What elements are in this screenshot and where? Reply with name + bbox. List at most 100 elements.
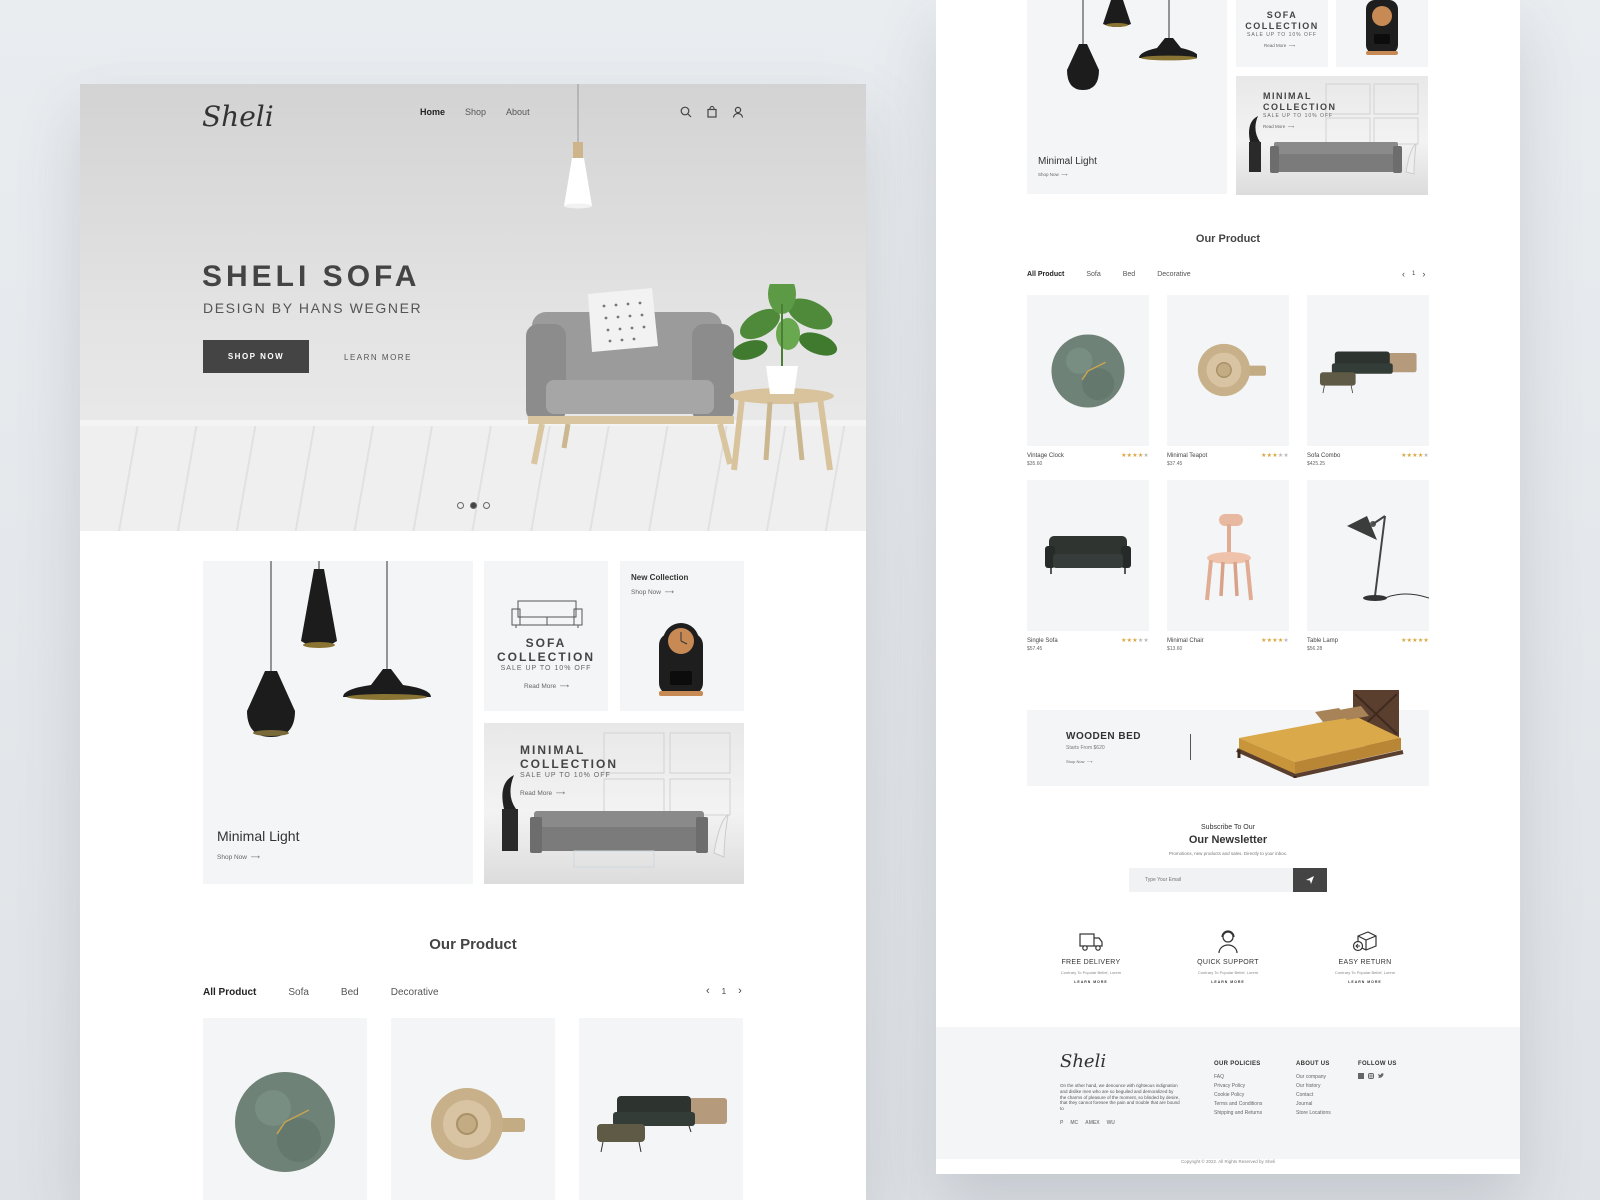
new-collection-link-text: Shop Now bbox=[631, 589, 661, 596]
banner-divider bbox=[1190, 734, 1191, 760]
filter-all-product[interactable]: All Product bbox=[203, 987, 256, 998]
footer-about-title: ABOUT US bbox=[1296, 1061, 1330, 1067]
sofa-read-more-link-right[interactable]: Read More ⟶ bbox=[1264, 43, 1295, 49]
filter-decorative[interactable]: Decorative bbox=[1157, 271, 1190, 278]
newsletter-submit-button[interactable] bbox=[1293, 868, 1327, 892]
nav-about[interactable]: About bbox=[506, 107, 530, 117]
product-card-2[interactable]: Minimal Teapot $37.45 ★★★★★ bbox=[1167, 295, 1289, 471]
footer-link-shipping[interactable]: Shipping and Returns bbox=[1214, 1109, 1262, 1118]
sofa-read-more-text: Read More bbox=[1264, 43, 1287, 48]
footer-link-faq[interactable]: FAQ bbox=[1214, 1073, 1262, 1082]
shopping-bag-icon[interactable] bbox=[706, 106, 718, 118]
wooden-bed-banner[interactable]: WOODEN BED Starts From $620 Shop Now ⟶ bbox=[1027, 690, 1429, 786]
footer-link-contact[interactable]: Contact bbox=[1296, 1091, 1331, 1100]
footer-link-stores[interactable]: Store Locations bbox=[1296, 1109, 1331, 1118]
product-name[interactable]: Minimal Teapot bbox=[1167, 453, 1207, 459]
nav-shop[interactable]: Shop bbox=[465, 107, 486, 117]
feature-learn-more-link[interactable]: LEARN MORE bbox=[1310, 980, 1420, 984]
minimal-collection-card-right[interactable]: MINIMAL COLLECTION SALE UP TO 10% OFF Re… bbox=[1236, 76, 1428, 195]
product-card-5[interactable]: Minimal Chair $13.60 ★★★★★ bbox=[1167, 480, 1289, 656]
desk-clock-image bbox=[659, 623, 703, 696]
chevron-left-icon[interactable]: ‹ bbox=[1402, 269, 1405, 279]
search-icon[interactable] bbox=[680, 106, 692, 118]
filter-bed[interactable]: Bed bbox=[341, 987, 359, 998]
facebook-icon[interactable] bbox=[1358, 1073, 1364, 1079]
sofa-collection-heading: SOFA COLLECTION SALE UP TO 10% OFF bbox=[484, 636, 608, 672]
new-collection-link[interactable]: Shop Now ⟶ bbox=[631, 588, 674, 596]
filter-sofa[interactable]: Sofa bbox=[288, 987, 309, 998]
instagram-icon[interactable] bbox=[1368, 1073, 1374, 1079]
new-collection-card-right[interactable] bbox=[1336, 0, 1428, 67]
sofa-collection-line2: COLLECTION bbox=[497, 650, 595, 665]
nav-home[interactable]: Home bbox=[420, 107, 445, 117]
minimal-collection-heading: MINIMAL COLLECTION SALE UP TO 10% OFF bbox=[520, 743, 618, 779]
footer-logo[interactable]: Sheli bbox=[1060, 1051, 1106, 1072]
footer-link-cookie[interactable]: Cookie Policy bbox=[1214, 1091, 1262, 1100]
pendant-lights-image bbox=[247, 561, 431, 737]
product-card-1[interactable]: Vintage Clock $35.60 ★★★★★ bbox=[1027, 295, 1149, 471]
footer-link-terms[interactable]: Terms and Conditions bbox=[1214, 1100, 1262, 1109]
feature-learn-more-link[interactable]: LEARN MORE bbox=[1036, 980, 1146, 984]
feature-learn-more-link[interactable]: LEARN MORE bbox=[1173, 980, 1283, 984]
new-collection-card[interactable]: New Collection Shop Now ⟶ bbox=[620, 561, 744, 711]
minimal-light-link-right[interactable]: Shop Now ⟶ bbox=[1038, 172, 1068, 178]
wooden-bed-link[interactable]: Shop Now ⟶ bbox=[1066, 759, 1092, 764]
shop-now-button[interactable]: SHOP NOW bbox=[203, 340, 309, 373]
product-card-clock[interactable] bbox=[203, 1018, 367, 1200]
product-card-teapot[interactable] bbox=[391, 1018, 555, 1200]
user-icon[interactable] bbox=[732, 106, 744, 118]
filter-bed[interactable]: Bed bbox=[1123, 271, 1135, 278]
product-name[interactable]: Single Sofa bbox=[1027, 638, 1058, 644]
support-agent-icon bbox=[1218, 930, 1238, 954]
amex-icon: AMEX bbox=[1085, 1120, 1100, 1126]
footer-follow-title: FOLLOW US bbox=[1358, 1061, 1397, 1067]
twitter-icon[interactable] bbox=[1378, 1073, 1384, 1079]
sofa-read-more-link[interactable]: Read More ⟶ bbox=[524, 682, 569, 690]
filter-all-product[interactable]: All Product bbox=[1027, 271, 1064, 278]
product-card-6[interactable]: Table Lamp $56.28 ★★★★★ bbox=[1307, 480, 1429, 656]
carousel-dot-1[interactable] bbox=[457, 502, 464, 509]
chevron-right-icon[interactable]: › bbox=[1422, 269, 1425, 279]
chevron-left-icon[interactable]: ‹ bbox=[706, 985, 710, 997]
footer-link-privacy[interactable]: Privacy Policy bbox=[1214, 1082, 1262, 1091]
product-name[interactable]: Sofa Combo bbox=[1307, 453, 1340, 459]
page-number: 1 bbox=[721, 986, 727, 996]
product-rating-stars: ★★★★★ bbox=[1401, 638, 1429, 644]
sofa-collection-card-right[interactable]: SOFA COLLECTION SALE UP TO 10% OFF Read … bbox=[1236, 0, 1328, 67]
minimal-collection-line2: COLLECTION bbox=[1263, 101, 1337, 112]
footer-link-journal[interactable]: Journal bbox=[1296, 1100, 1331, 1109]
product-pager: ‹ 1 › bbox=[706, 985, 742, 997]
minimal-collection-card[interactable]: MINIMAL COLLECTION SALE UP TO 10% OFF Re… bbox=[484, 723, 744, 884]
sofa-collection-card[interactable]: SOFA COLLECTION SALE UP TO 10% OFF Read … bbox=[484, 561, 608, 711]
filter-decorative[interactable]: Decorative bbox=[391, 987, 439, 998]
product-card-sofa-combo[interactable] bbox=[579, 1018, 743, 1200]
product-rating-stars: ★★★★★ bbox=[1261, 453, 1289, 459]
arrow-right-icon: ⟶ bbox=[662, 589, 674, 596]
arrow-right-icon: ⟶ bbox=[1287, 43, 1296, 48]
carousel-dot-3[interactable] bbox=[483, 502, 490, 509]
minimal-light-link[interactable]: Shop Now ⟶ bbox=[217, 853, 260, 861]
newsletter-email-input[interactable] bbox=[1129, 868, 1293, 892]
product-card-3[interactable]: Sofa Combo $425.25 ★★★★★ bbox=[1307, 295, 1429, 471]
footer-link-company[interactable]: Our company bbox=[1296, 1073, 1331, 1082]
product-card-4[interactable]: Single Sofa $57.45 ★★★★★ bbox=[1027, 480, 1149, 656]
minimal-read-more-link-right[interactable]: Read More ⟶ bbox=[1263, 124, 1294, 130]
minimal-read-more-link[interactable]: Read More ⟶ bbox=[520, 789, 565, 797]
carousel-dot-2[interactable] bbox=[470, 502, 477, 509]
paypal-icon: P bbox=[1060, 1120, 1064, 1126]
chevron-right-icon[interactable]: › bbox=[738, 985, 742, 997]
brand-logo[interactable]: Sheli bbox=[202, 100, 274, 133]
product-price: $56.28 bbox=[1307, 646, 1323, 652]
product-name[interactable]: Table Lamp bbox=[1307, 638, 1338, 644]
western-union-icon: WU bbox=[1106, 1120, 1115, 1126]
minimal-light-card-right[interactable]: Minimal Light Shop Now ⟶ bbox=[1027, 0, 1227, 194]
minimal-collection-sale: SALE UP TO 10% OFF bbox=[1263, 112, 1333, 119]
filter-sofa[interactable]: Sofa bbox=[1086, 271, 1100, 278]
product-rating-stars: ★★★★★ bbox=[1121, 638, 1149, 644]
carousel-dots bbox=[457, 502, 490, 509]
learn-more-button[interactable]: LEARN MORE bbox=[344, 353, 412, 362]
minimal-light-card[interactable]: Minimal Light Shop Now ⟶ bbox=[203, 561, 473, 884]
footer-link-history[interactable]: Our history bbox=[1296, 1082, 1331, 1091]
product-name[interactable]: Minimal Chair bbox=[1167, 638, 1204, 644]
product-name[interactable]: Vintage Clock bbox=[1027, 453, 1064, 459]
